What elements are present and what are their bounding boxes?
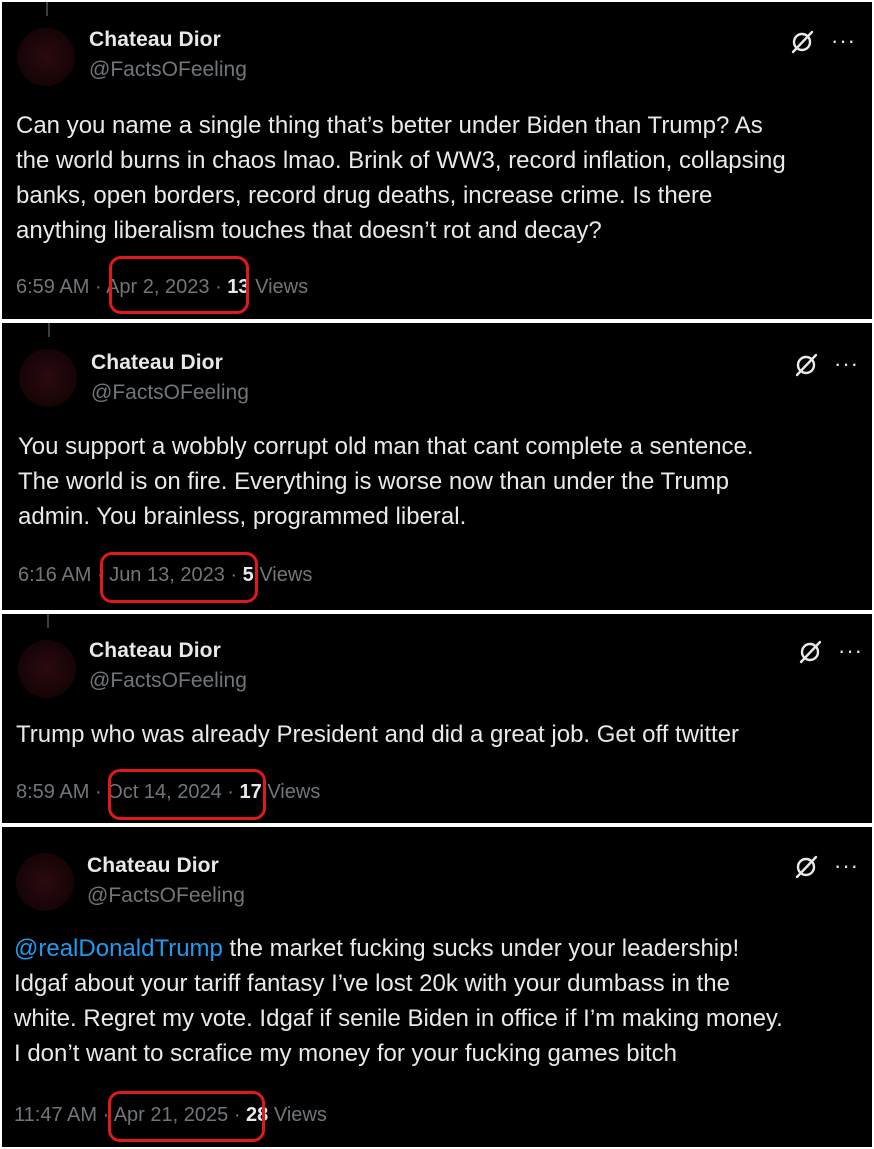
avatar[interactable]	[17, 28, 75, 86]
date-highlight-box	[108, 769, 266, 820]
grok-icon[interactable]	[797, 639, 823, 665]
user-handle[interactable]: @FactsOFeeling	[89, 58, 247, 82]
display-name[interactable]: Chateau Dior	[89, 639, 221, 663]
meta-separator: ·	[94, 276, 102, 298]
tweet-text: @realDonaldTrump the market fucking suck…	[14, 931, 783, 1071]
mention-link[interactable]: @realDonaldTrump	[14, 935, 223, 962]
user-handle[interactable]: @FactsOFeeling	[89, 669, 247, 693]
date-highlight-box	[100, 552, 258, 603]
user-handle[interactable]: @FactsOFeeling	[87, 884, 245, 908]
display-name[interactable]: Chateau Dior	[89, 28, 221, 52]
tweet-time[interactable]: 11:47 AM	[14, 1104, 97, 1126]
date-highlight-box	[108, 1091, 265, 1142]
tweet-time[interactable]: 6:16 AM	[18, 564, 91, 586]
thread-line	[48, 323, 50, 337]
date-highlight-box	[109, 256, 249, 314]
display-name[interactable]: Chateau Dior	[91, 351, 223, 375]
more-dots-icon[interactable]: ···	[834, 855, 859, 877]
thread-line	[47, 614, 49, 628]
tweet-text: Trump who was already President and did …	[16, 717, 739, 752]
views-label[interactable]: Views	[259, 564, 312, 586]
tweet-card-3[interactable]: Chateau Dior @FactsOFeeling ··· Trump wh…	[2, 614, 872, 823]
avatar[interactable]	[18, 640, 76, 698]
tweet-card-1[interactable]: Chateau Dior @FactsOFeeling ··· Can you …	[2, 2, 872, 319]
tweet-card-4[interactable]: Chateau Dior @FactsOFeeling ··· @realDon…	[2, 827, 872, 1147]
tweet-card-2[interactable]: Chateau Dior @FactsOFeeling ··· You supp…	[2, 323, 872, 610]
more-dots-icon[interactable]: ···	[831, 30, 856, 52]
views-label[interactable]: Views	[274, 1104, 327, 1126]
thread-line	[46, 2, 48, 16]
display-name[interactable]: Chateau Dior	[87, 854, 219, 878]
tweet-text-body: Can you name a single thing that’s bette…	[16, 112, 786, 244]
grok-icon[interactable]	[793, 352, 819, 378]
views-label[interactable]: Views	[255, 276, 308, 298]
tweet-time[interactable]: 6:59 AM	[16, 276, 89, 298]
tweet-text: Can you name a single thing that’s bette…	[16, 108, 786, 248]
meta-separator: ·	[94, 781, 102, 803]
tweet-text-body: Trump who was already President and did …	[16, 721, 740, 748]
tweet-text: You support a wobbly corrupt old man tha…	[18, 429, 754, 534]
user-handle[interactable]: @FactsOFeeling	[91, 381, 249, 405]
more-dots-icon[interactable]: ···	[838, 640, 863, 662]
grok-icon[interactable]	[789, 29, 815, 55]
tweet-text-body: You support a wobbly corrupt old man tha…	[18, 433, 754, 530]
avatar[interactable]	[19, 349, 77, 407]
views-label[interactable]: Views	[267, 781, 320, 803]
avatar[interactable]	[16, 853, 74, 911]
grok-icon[interactable]	[793, 854, 819, 880]
tweet-time[interactable]: 8:59 AM	[16, 781, 89, 803]
more-dots-icon[interactable]: ···	[834, 353, 859, 375]
